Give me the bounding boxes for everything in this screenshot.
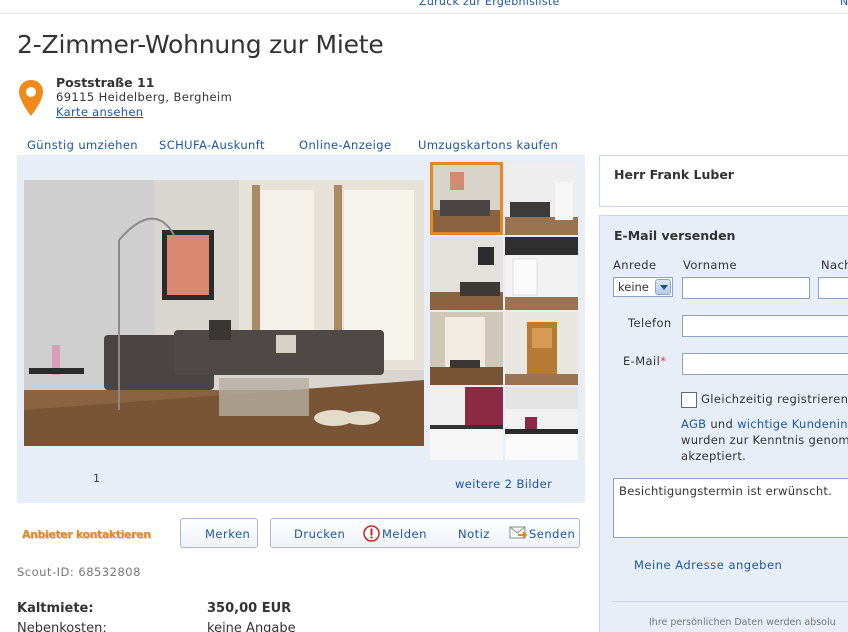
thumbnail-7[interactable] xyxy=(430,387,503,460)
photo-gallery: 1 weitere 2 Bilder xyxy=(17,155,585,503)
required-marker: * xyxy=(660,354,667,368)
thumbnail-5[interactable] xyxy=(430,312,503,385)
next-listing-link[interactable]: N xyxy=(840,0,848,8)
firstname-input[interactable] xyxy=(682,277,810,299)
salutation-select[interactable]: keine xyxy=(613,277,673,297)
email-form-header: E-Mail versenden xyxy=(614,228,736,243)
thumbnail-3[interactable] xyxy=(430,237,503,310)
add-address-link[interactable]: Meine Adresse angeben xyxy=(634,558,782,572)
tools-button-group: Drucken Melden Notiz Senden xyxy=(270,518,580,548)
link-schufa[interactable]: SCHUFA-Auskunft xyxy=(159,138,265,152)
salutation-value: keine xyxy=(618,280,649,294)
thumbnail-8[interactable] xyxy=(505,387,578,460)
contact-provider-button[interactable]: Anbieter kontaktieren xyxy=(22,528,151,541)
terms-text: AGB und wichtige Kundenin wurden zur Ken… xyxy=(681,417,848,463)
thumbnail-4[interactable] xyxy=(505,237,578,310)
email-input[interactable] xyxy=(682,353,848,375)
scout-id: Scout-ID: 68532808 xyxy=(17,565,141,579)
main-photo[interactable] xyxy=(24,180,424,446)
send-button[interactable]: Senden xyxy=(529,527,575,541)
top-navigation: Zurück zur Ergebnisliste N xyxy=(0,0,848,14)
thumbnail-2[interactable] xyxy=(505,162,578,235)
show-map-link[interactable]: Karte ansehen xyxy=(56,105,232,120)
phone-label: Telefon xyxy=(628,316,672,330)
note-button[interactable]: Notiz xyxy=(458,527,490,541)
address-city: 69115 Heidelberg, Bergheim xyxy=(56,90,233,104)
salutation-label: Anrede xyxy=(613,258,657,272)
thumbnail-1[interactable] xyxy=(430,162,503,235)
agb-link[interactable]: AGB xyxy=(681,417,706,431)
fact-value: 350,00 EUR xyxy=(207,601,292,616)
link-online-ad[interactable]: Online-Anzeige xyxy=(299,138,391,152)
lastname-label: Nach xyxy=(821,258,848,272)
email-label: E-Mail* xyxy=(623,354,667,368)
fact-value: keine Angabe xyxy=(207,621,296,632)
print-button[interactable]: Drucken xyxy=(294,527,345,541)
thumbnail-6[interactable] xyxy=(505,312,578,385)
register-checkbox[interactable] xyxy=(681,392,697,408)
contact-person-box: Herr Frank Luber xyxy=(599,155,848,207)
map-pin-icon xyxy=(19,80,43,116)
page-title: 2-Zimmer-Wohnung zur Miete xyxy=(17,30,384,59)
contact-name: Herr Frank Luber xyxy=(614,167,734,182)
link-moving-boxes[interactable]: Umzugskartons kaufen xyxy=(418,138,558,152)
email-form: E-Mail versenden Anrede Vorname Nach kei… xyxy=(599,215,848,632)
register-label: Gleichzeitig registrieren xyxy=(701,392,848,406)
report-button[interactable]: Melden xyxy=(382,527,427,541)
divider xyxy=(612,601,848,602)
back-to-results-link[interactable]: Zurück zur Ergebnisliste xyxy=(419,0,560,8)
fact-label: Nebenkosten: xyxy=(17,621,107,632)
remember-button[interactable]: Merken xyxy=(180,518,258,548)
gallery-page-number: 1 xyxy=(93,472,100,485)
lastname-input[interactable] xyxy=(818,277,848,299)
remember-label: Merken xyxy=(205,527,251,541)
message-textarea[interactable]: Besichtigungstermin ist erwünscht. xyxy=(613,478,848,538)
firstname-label: Vorname xyxy=(683,258,737,272)
service-links: Günstig umziehen SCHUFA-Auskunft Online-… xyxy=(17,137,585,156)
envelope-icon xyxy=(509,526,527,539)
address-street: Poststraße 11 xyxy=(56,75,155,90)
link-cheap-moving[interactable]: Günstig umziehen xyxy=(27,138,138,152)
privacy-note: Ihre persönlichen Daten werden absolu xyxy=(649,617,836,628)
warning-icon xyxy=(363,525,380,542)
phone-input[interactable] xyxy=(682,315,848,337)
address-block: Poststraße 11 69115 Heidelberg, Bergheim… xyxy=(56,75,232,120)
chevron-down-icon xyxy=(655,279,671,295)
fact-label: Kaltmiete: xyxy=(17,601,94,616)
customer-info-link[interactable]: wichtige Kundenin xyxy=(737,417,848,431)
more-pictures-link[interactable]: weitere 2 Bilder xyxy=(455,477,552,491)
